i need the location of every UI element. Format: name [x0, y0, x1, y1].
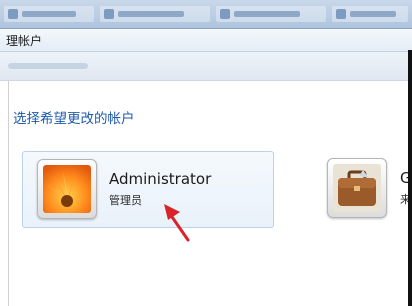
briefcase-avatar-icon [327, 158, 387, 218]
account-card-administrator[interactable]: Administrator 管理员 [22, 151, 274, 228]
breadcrumb-label: 理帐户 [6, 34, 43, 48]
blurred-tab[interactable] [332, 6, 408, 22]
page-title: 选择希望更改的帐户 [13, 111, 135, 127]
main-panel: 选择希望更改的帐户 Administrator 管理员 G 来 [8, 81, 412, 306]
breadcrumb[interactable]: 理帐户 [0, 29, 412, 52]
account-card-guest[interactable]: G 来 [325, 151, 412, 226]
red-arrow-icon [160, 200, 194, 248]
tab-icon [220, 9, 230, 19]
blurred-tab-bar [0, 0, 412, 29]
blurred-tab[interactable] [4, 6, 94, 22]
window-border [408, 50, 412, 306]
account-role: 管理员 [109, 194, 142, 207]
command-bar [0, 52, 412, 81]
tab-icon [336, 9, 346, 19]
screenshot-frame: 理帐户 选择希望更改的帐户 Administrator 管理员 G 来 [0, 0, 412, 306]
tab-icon [8, 9, 18, 19]
blurred-tab[interactable] [100, 6, 210, 22]
blurred-tab[interactable] [216, 6, 326, 22]
tab-icon [104, 9, 114, 19]
account-name: Administrator [109, 170, 212, 188]
flower-avatar-icon [37, 159, 97, 219]
